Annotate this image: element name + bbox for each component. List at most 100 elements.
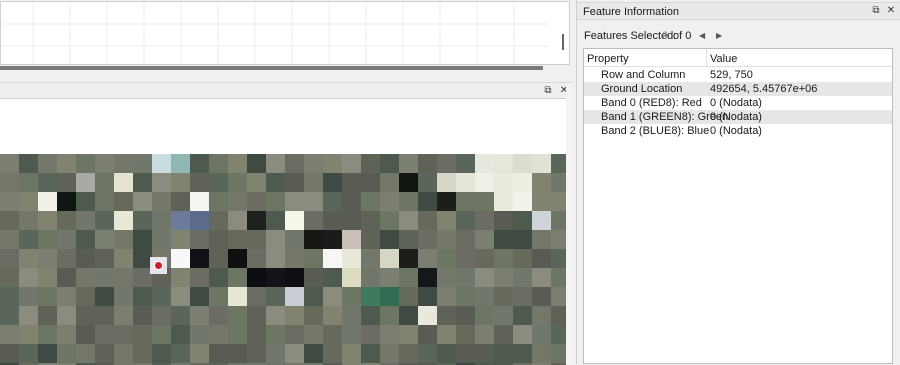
table-row[interactable]: Band 1 (GREEN8): Green 0 (Nodata) <box>584 110 892 124</box>
float-panel-icon[interactable]: ⧉ <box>541 84 555 98</box>
chart-horizontal-scrollbar[interactable] <box>0 66 543 70</box>
raster-pixel <box>304 344 323 363</box>
raster-pixel <box>456 287 475 306</box>
raster-pixel <box>38 173 57 192</box>
raster-pixel <box>361 344 380 363</box>
raster-pixel <box>95 230 114 249</box>
raster-pixel <box>323 211 342 230</box>
raster-pixel <box>418 230 437 249</box>
raster-pixel <box>19 211 38 230</box>
raster-pixel <box>399 344 418 363</box>
raster-pixel <box>152 287 171 306</box>
raster-pixel <box>456 325 475 344</box>
left-workspace: ⧉ ✕ <box>0 0 572 365</box>
raster-pixel <box>399 325 418 344</box>
raster-pixel <box>152 192 171 211</box>
raster-pixel <box>0 154 19 173</box>
raster-pixel <box>342 154 361 173</box>
raster-pixel <box>456 154 475 173</box>
raster-pixel <box>380 249 399 268</box>
table-row[interactable]: Band 2 (BLUE8): Blue 0 (Nodata) <box>584 124 892 138</box>
raster-pixel <box>114 211 133 230</box>
raster-pixel <box>19 230 38 249</box>
raster-pixel <box>228 268 247 287</box>
chart-grid <box>1 2 549 64</box>
raster-pixel <box>38 287 57 306</box>
column-header-value[interactable]: Value <box>710 53 737 65</box>
raster-pixel <box>551 268 566 287</box>
raster-pixel <box>342 173 361 192</box>
raster-pixel <box>342 249 361 268</box>
float-panel-icon[interactable]: ⧉ <box>869 4 883 18</box>
raster-pixel <box>323 344 342 363</box>
raster-pixel <box>532 268 551 287</box>
table-row[interactable]: Band 0 (RED8): Red 0 (Nodata) <box>584 96 892 110</box>
raster-pixel <box>95 287 114 306</box>
raster-pixel <box>513 344 532 363</box>
raster-pixel <box>228 344 247 363</box>
raster-pixel <box>266 211 285 230</box>
raster-pixel <box>532 154 551 173</box>
selected-index-spinner[interactable]: 0 <box>662 30 668 42</box>
column-header-property[interactable]: Property <box>587 53 629 65</box>
table-row[interactable]: Row and Column 529, 750 <box>584 68 892 82</box>
raster-pixel <box>532 306 551 325</box>
image-view-scrollbar[interactable] <box>566 83 572 365</box>
raster-pixel <box>437 154 456 173</box>
raster-pixel <box>228 249 247 268</box>
previous-feature-icon[interactable]: ◀ <box>699 31 705 40</box>
raster-pixel <box>152 344 171 363</box>
raster-pixel <box>171 192 190 211</box>
table-row[interactable]: Ground Location 492654, 5.45767e+06 <box>584 82 892 96</box>
raster-pixel <box>437 287 456 306</box>
raster-pixel <box>133 344 152 363</box>
value-cell: 492654, 5.45767e+06 <box>710 83 818 95</box>
raster-pixel <box>532 230 551 249</box>
close-panel-icon[interactable]: ✕ <box>884 4 898 18</box>
raster-pixel <box>380 325 399 344</box>
column-divider[interactable] <box>706 49 707 67</box>
raster-pixel <box>475 249 494 268</box>
raster-pixel <box>494 344 513 363</box>
raster-pixel <box>456 173 475 192</box>
raster-pixel <box>418 154 437 173</box>
raster-pixel <box>513 249 532 268</box>
location-marker-icon[interactable] <box>154 261 163 270</box>
raster-pixel <box>323 325 342 344</box>
raster-pixel <box>247 230 266 249</box>
raster-pixel <box>475 306 494 325</box>
raster-pixel <box>399 211 418 230</box>
raster-pixel <box>266 268 285 287</box>
raster-pixel <box>95 173 114 192</box>
raster-pixel <box>38 192 57 211</box>
raster-pixel <box>171 268 190 287</box>
raster-pixel <box>437 192 456 211</box>
raster-pixel <box>57 306 76 325</box>
raster-image[interactable] <box>0 154 566 365</box>
raster-pixel <box>95 211 114 230</box>
next-feature-icon[interactable]: ▶ <box>716 31 722 40</box>
raster-pixel <box>19 192 38 211</box>
raster-pixel <box>361 325 380 344</box>
raster-pixel <box>494 287 513 306</box>
raster-pixel <box>209 192 228 211</box>
raster-pixel <box>399 192 418 211</box>
raster-pixel <box>38 154 57 173</box>
raster-pixel <box>152 154 171 173</box>
raster-pixel <box>0 344 19 363</box>
value-cell: 529, 750 <box>710 69 753 81</box>
raster-pixel <box>494 154 513 173</box>
raster-pixel <box>494 173 513 192</box>
raster-pixel <box>532 287 551 306</box>
raster-pixel <box>114 306 133 325</box>
raster-pixel <box>57 192 76 211</box>
raster-pixel <box>190 344 209 363</box>
raster-pixel <box>494 306 513 325</box>
raster-pixel <box>171 211 190 230</box>
raster-pixel <box>76 154 95 173</box>
raster-pixel <box>513 287 532 306</box>
raster-pixel <box>437 306 456 325</box>
raster-pixel <box>209 230 228 249</box>
chart-vertical-scrollbar-thumb[interactable] <box>562 34 564 50</box>
raster-pixel <box>76 211 95 230</box>
